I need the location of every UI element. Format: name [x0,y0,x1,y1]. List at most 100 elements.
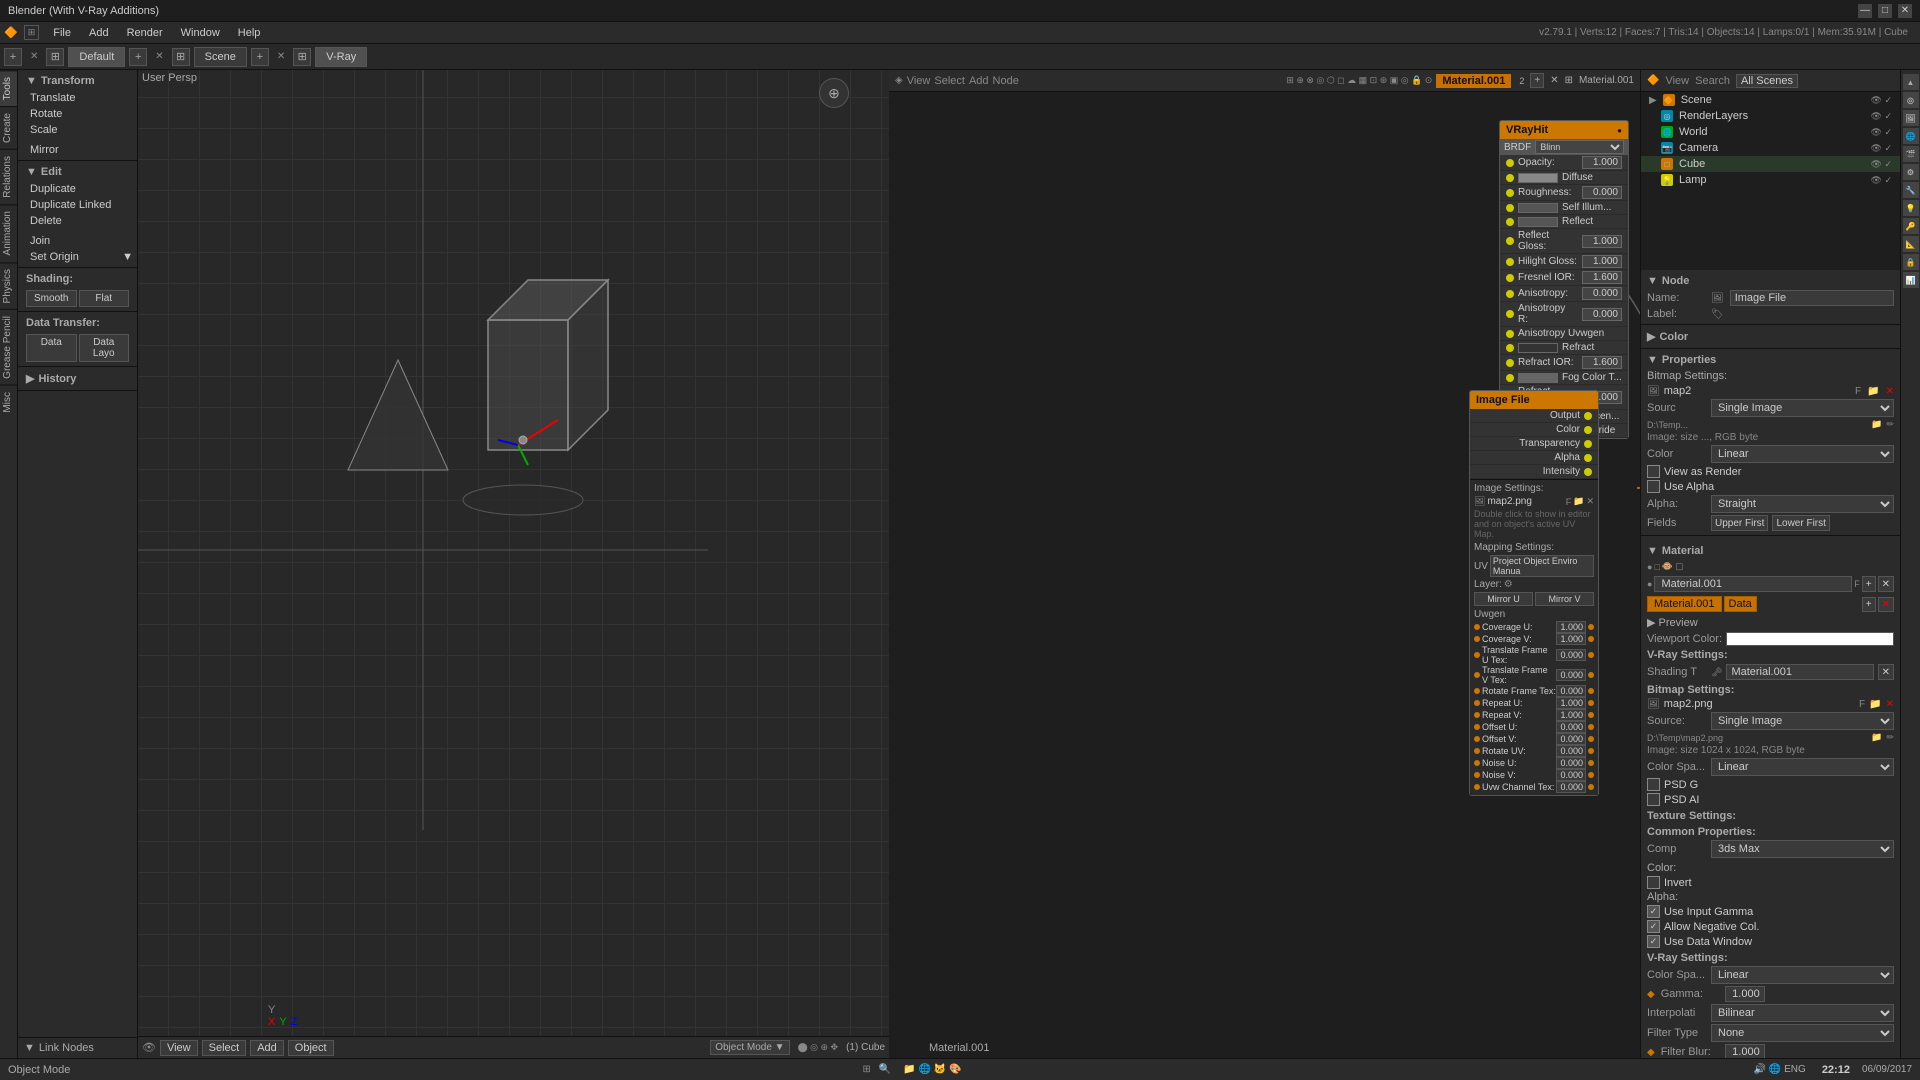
scene-item-lamp[interactable]: 💡 Lamp 👁 ✓ [1641,172,1900,188]
strip-icon-3[interactable]: 🖼 [1903,110,1919,126]
vrayhit-brdf-select[interactable]: Blinn [1535,140,1624,154]
strip-icon-8[interactable]: 💡 [1903,200,1919,216]
use-alpha-cb[interactable] [1647,480,1660,493]
filter-blur-val[interactable]: 1.000 [1725,1044,1765,1058]
strip-icon-9[interactable]: 🔑 [1903,218,1919,234]
vrayhit-roughness-val[interactable]: 0.000 [1582,186,1622,199]
noise-u-val[interactable]: 0.000 [1556,757,1586,769]
vrayhit-aniso-r-val[interactable]: 0.000 [1582,308,1622,321]
minimize-button[interactable]: — [1858,4,1872,18]
tab-default[interactable]: Default [68,47,125,67]
node-name-input[interactable] [1730,290,1894,306]
node-node-btn[interactable]: Node [993,75,1019,87]
vrayhit-opacity-val[interactable]: 1.000 [1582,156,1622,169]
trans-v-val[interactable]: 0.000 [1556,669,1586,681]
strip-icon-10[interactable]: 📐 [1903,236,1919,252]
scene-view-btn[interactable]: View [1665,75,1689,87]
node-close-icon[interactable]: ✕ [1550,75,1558,86]
scene-item-camera[interactable]: 📷 Camera 👁 ✓ [1641,140,1900,156]
node-expand-icon[interactable]: ⊞ [1565,75,1573,86]
tab-add-left[interactable]: + [4,48,22,66]
coverage-u-val[interactable]: 1.000 [1556,621,1586,633]
path-browse[interactable]: 📁 [1871,419,1882,430]
vrayhit-fresnel-val[interactable]: 1.600 [1582,271,1622,284]
strip-icon-11[interactable]: 🔒 [1903,254,1919,270]
material-badge-btn[interactable]: Material.001 [1647,596,1722,612]
vp-add-label[interactable]: Add [250,1040,284,1056]
left-tab-relations[interactable]: Relations [0,149,17,204]
invert-cb[interactable] [1647,876,1660,889]
map2-browse-btn[interactable]: 📁 [1867,386,1879,397]
upper-first-btn[interactable]: Upper First [1711,515,1768,531]
color-spa2-select[interactable]: Linear [1711,966,1894,984]
menu-add[interactable]: Add [81,23,117,43]
strip-icon-5[interactable]: 🎬 [1903,146,1919,162]
rotate-uv-val[interactable]: 0.000 [1556,745,1586,757]
data-layo-btn[interactable]: Data Layo [79,334,130,362]
interp-select[interactable]: Bilinear [1711,1004,1894,1022]
tab-vray[interactable]: V-Ray [315,47,367,67]
mat-add-btn[interactable]: + [1862,576,1876,592]
offset-v-val[interactable]: 0.000 [1556,733,1586,745]
repeat-v-val[interactable]: 1.000 [1556,709,1586,721]
scene-item-renderlayers[interactable]: ◎ RenderLayers 👁 ✓ [1641,108,1900,124]
workspaces-btn[interactable]: ⊞ [24,25,40,40]
left-tab-physics[interactable]: Physics [0,262,17,309]
path2-browse[interactable]: 📁 [1871,732,1882,743]
repeat-u-val[interactable]: 1.000 [1556,697,1586,709]
mat-settings-btn[interactable]: + [1862,597,1876,612]
trans-u-val[interactable]: 0.000 [1556,649,1586,661]
node-add-btn[interactable]: Add [969,75,989,87]
vp-mode-select[interactable]: Object Mode ▼ [710,1040,789,1055]
strip-icon-12[interactable]: 📊 [1903,272,1919,288]
mirror-v-btn[interactable]: Mirror V [1535,592,1594,606]
path-edit[interactable]: ✏ [1886,419,1894,430]
vp-view-btn[interactable]: 👁 [142,1041,156,1054]
strip-icon-7[interactable]: 🔧 [1903,182,1919,198]
coverage-v-val[interactable]: 1.000 [1556,633,1586,645]
map2-x-btn[interactable]: ✕ [1886,386,1894,397]
map2-f-btn[interactable]: F [1855,386,1861,397]
view-as-render-cb[interactable] [1647,465,1660,478]
maximize-button[interactable]: □ [1878,4,1892,18]
strip-icon-1[interactable]: ▲ [1903,74,1919,90]
node-add-icon[interactable]: + [1530,73,1544,88]
scene-item-scene[interactable]: ▶ 🔶 Scene 👁 ✓ [1641,92,1900,108]
mat-name-field[interactable]: Material.001 [1654,576,1852,592]
left-tab-create[interactable]: Create [0,106,17,149]
scene-icon-btn[interactable]: 🔶 [1647,75,1659,86]
shading-t-material[interactable]: Material.001 [1726,664,1873,680]
scene-item-world[interactable]: 🌐 World 👁 ✓ [1641,124,1900,140]
mat-x-btn[interactable]: ✕ [1878,576,1894,592]
alpha-select[interactable]: Straight [1711,495,1894,513]
tab-add-vray[interactable]: + [251,48,269,66]
vp-object-label[interactable]: Object [288,1040,334,1056]
imgfile-uv-value[interactable]: Project Object Enviro Manua [1490,555,1594,577]
map2png-browse-btn[interactable]: 📁 [1869,699,1881,710]
data-btn[interactable]: Data [1724,596,1757,612]
tab-close-scene[interactable]: ✕ [151,51,167,62]
menu-render[interactable]: Render [119,23,171,43]
allow-negative-cb[interactable]: ✓ [1647,920,1660,933]
mat-f-btn[interactable]: F [1854,579,1860,589]
imgfile-map2-browse[interactable]: 📁 [1573,496,1584,507]
tab-add-scene2[interactable]: ⊞ [172,48,190,66]
rotate-btn[interactable]: Rotate [18,106,137,122]
vrayhit-aniso-val[interactable]: 0.000 [1582,287,1622,300]
lower-first-btn[interactable]: Lower First [1772,515,1829,531]
color-linear-select[interactable]: Linear [1711,445,1894,463]
psd-g-cb[interactable] [1647,778,1660,791]
vp-select-label[interactable]: Select [202,1040,247,1056]
vrayhit-hilightgloss-val[interactable]: 1.000 [1582,255,1622,268]
imgfile-layer-icon[interactable]: ⚙ [1504,579,1513,590]
delete-btn[interactable]: Delete [18,213,137,229]
map2png-f-btn[interactable]: F [1859,699,1865,710]
psd-ai-cb[interactable] [1647,793,1660,806]
statusbar-search[interactable]: 🔍 [879,1064,891,1075]
rotate-frame-val[interactable]: 0.000 [1556,685,1586,697]
tab-close-btn[interactable]: ✕ [26,51,42,62]
mirror-u-btn[interactable]: Mirror U [1474,592,1533,606]
filter-select[interactable]: None [1711,1024,1894,1042]
node-select-btn[interactable]: Select [934,75,965,87]
comp-select[interactable]: 3ds Max [1711,840,1894,858]
